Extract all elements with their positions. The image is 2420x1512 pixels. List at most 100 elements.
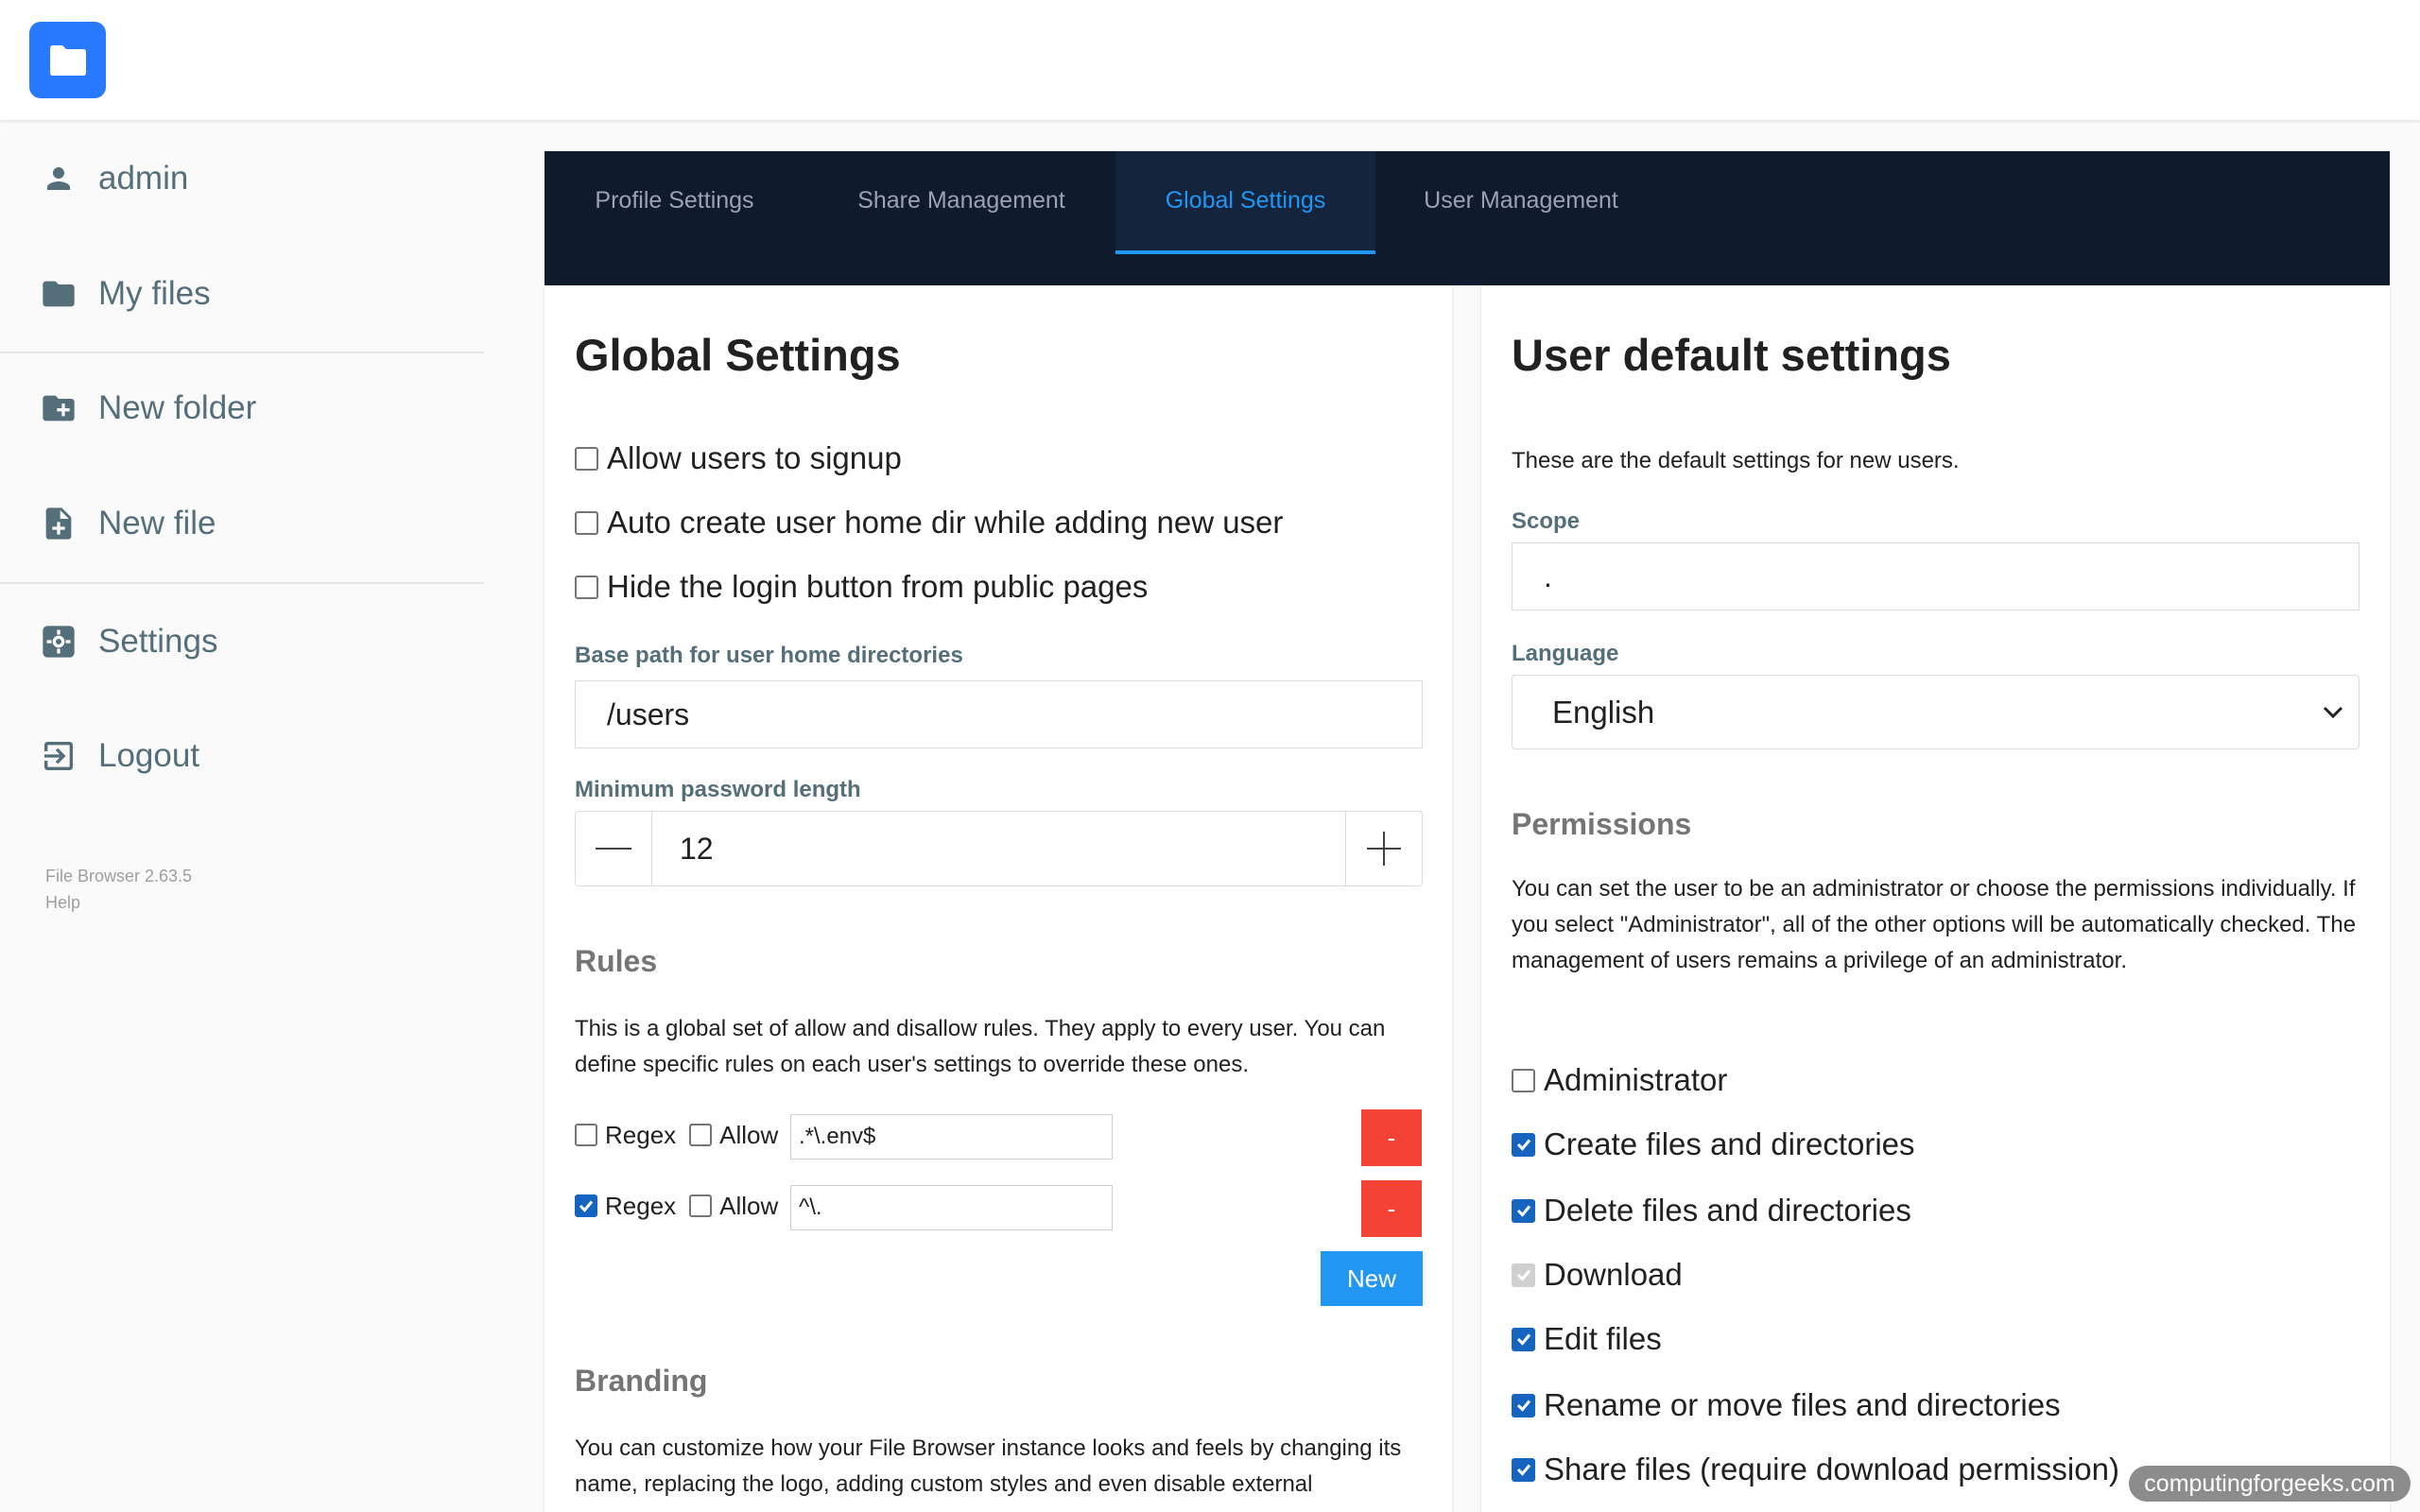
checkbox[interactable]	[575, 575, 598, 599]
gear-icon	[38, 621, 79, 662]
permission-label: Share files (require download permission…	[1544, 1452, 2119, 1486]
checkbox[interactable]	[1512, 1327, 1535, 1351]
base-path-label: Base path for user home directories	[575, 643, 963, 668]
app-logo[interactable]	[29, 22, 106, 98]
sidebar-item-label: admin	[98, 160, 189, 197]
global-settings-card: Global Settings Allow users to signup Au…	[544, 285, 1452, 1512]
permission-edit[interactable]: Edit files	[1512, 1321, 1662, 1357]
sidebar-item-new-folder[interactable]: New folder	[0, 361, 484, 455]
rule-path-input[interactable]: .*\.env$	[790, 1114, 1113, 1160]
check-icon	[1516, 1333, 1530, 1346]
checkbox[interactable]	[1512, 1457, 1535, 1482]
check-icon	[1516, 1400, 1530, 1412]
permission-download: Download	[1512, 1257, 1683, 1293]
regex-label: Regex	[605, 1120, 677, 1149]
sidebar-item-logout[interactable]: Logout	[0, 709, 484, 803]
person-icon	[38, 158, 79, 199]
allow-label: Allow	[719, 1120, 779, 1149]
tab-profile-settings[interactable]: Profile Settings	[544, 151, 804, 254]
option-allow-signup[interactable]: Allow users to signup	[575, 440, 902, 476]
section-title: User default settings	[1512, 330, 1951, 380]
permission-label: Delete files and directories	[1544, 1193, 1911, 1228]
remove-rule-button[interactable]: -	[1361, 1109, 1422, 1166]
checkbox	[1512, 1263, 1535, 1287]
check-icon	[1516, 1139, 1530, 1151]
sidebar-item-admin[interactable]: admin	[0, 131, 484, 226]
scope-input[interactable]: .	[1512, 542, 2360, 610]
permission-label: Rename or move files and directories	[1544, 1387, 2061, 1422]
increment-button[interactable]	[1345, 812, 1422, 885]
tab-global-settings[interactable]: Global Settings	[1115, 151, 1375, 254]
permission-administrator[interactable]: Administrator	[1512, 1062, 1727, 1098]
language-selected-value: English	[1552, 695, 1655, 730]
branding-title: Branding	[575, 1364, 708, 1398]
language-select[interactable]: English	[1512, 675, 2360, 749]
sidebar-item-label: Settings	[98, 623, 218, 660]
checkbox[interactable]	[1512, 1393, 1535, 1418]
sidebar-item-new-file[interactable]: New file	[0, 476, 484, 571]
sidebar-divider	[0, 582, 484, 584]
permission-share[interactable]: Share files (require download permission…	[1512, 1452, 2119, 1487]
user-defaults-description: These are the default settings for new u…	[1512, 448, 1960, 473]
version-text: File Browser 2.63.5	[45, 867, 193, 885]
scope-label: Scope	[1512, 508, 1581, 534]
sidebar-item-label: New folder	[98, 389, 257, 426]
check-icon	[1516, 1269, 1530, 1281]
regex-checkbox[interactable]	[575, 1194, 597, 1217]
permission-label: Edit files	[1544, 1321, 1662, 1356]
rule-path-input[interactable]: ^\.	[790, 1185, 1113, 1230]
folder-plus-icon	[38, 387, 79, 429]
check-icon	[1516, 1205, 1530, 1217]
folder-icon	[49, 44, 86, 76]
rule-row: Regex Allow	[575, 1111, 791, 1159]
minus-icon	[596, 848, 631, 850]
regex-label: Regex	[605, 1191, 677, 1220]
permission-label: Download	[1544, 1257, 1683, 1292]
regex-checkbox[interactable]	[575, 1124, 597, 1146]
permissions-description: You can set the user to be an administra…	[1512, 876, 2357, 973]
plus-icon	[1367, 832, 1401, 866]
option-hide-login[interactable]: Hide the login button from public pages	[575, 569, 1148, 605]
checkbox[interactable]	[1512, 1198, 1535, 1223]
decrement-button[interactable]	[576, 812, 652, 885]
chevron-down-icon	[2323, 706, 2343, 719]
sidebar-item-label: Logout	[98, 737, 200, 774]
rules-title: Rules	[575, 944, 658, 978]
rules-description: This is a global set of allow and disall…	[575, 1016, 1386, 1077]
folder-icon	[38, 273, 79, 315]
checkbox[interactable]	[575, 446, 598, 471]
permission-rename[interactable]: Rename or move files and directories	[1512, 1387, 2061, 1423]
permission-create[interactable]: Create files and directories	[1512, 1126, 1915, 1162]
file-plus-icon	[38, 503, 79, 544]
checkbox[interactable]	[1512, 1068, 1535, 1092]
permission-label: Create files and directories	[1544, 1126, 1915, 1161]
logout-icon	[38, 735, 79, 777]
checkbox[interactable]	[1512, 1132, 1535, 1157]
allow-checkbox[interactable]	[689, 1124, 713, 1146]
permission-label: Administrator	[1544, 1062, 1728, 1097]
rule-row: Regex Allow	[575, 1182, 791, 1229]
checkbox[interactable]	[575, 510, 598, 535]
option-auto-create-home[interactable]: Auto create user home dir while adding n…	[575, 505, 1283, 541]
tab-user-management[interactable]: User Management	[1375, 151, 1667, 254]
language-label: Language	[1512, 641, 1619, 666]
permission-delete[interactable]: Delete files and directories	[1512, 1193, 1911, 1228]
allow-checkbox[interactable]	[689, 1194, 713, 1217]
sidebar-item-label: New file	[98, 505, 216, 541]
help-link[interactable]: Help	[45, 893, 80, 913]
tab-share-management[interactable]: Share Management	[804, 151, 1118, 254]
option-label: Hide the login button from public pages	[607, 569, 1149, 604]
sidebar-item-my-files[interactable]: My files	[0, 247, 484, 341]
check-icon	[579, 1200, 594, 1212]
sidebar-item-settings[interactable]: Settings	[0, 594, 484, 689]
option-label: Allow users to signup	[607, 440, 902, 475]
permissions-title: Permissions	[1512, 807, 1692, 841]
min-password-input[interactable]: 12	[653, 812, 1347, 885]
settings-tabs: Profile Settings Share Management Global…	[544, 151, 2390, 285]
page-title: Global Settings	[575, 330, 901, 380]
watermark: computingforgeeks.com	[2129, 1466, 2411, 1502]
remove-rule-button[interactable]: -	[1361, 1180, 1422, 1237]
new-rule-button[interactable]: New	[1321, 1251, 1423, 1306]
option-label: Auto create user home dir while adding n…	[607, 505, 1284, 540]
base-path-input[interactable]: /users	[575, 680, 1423, 748]
